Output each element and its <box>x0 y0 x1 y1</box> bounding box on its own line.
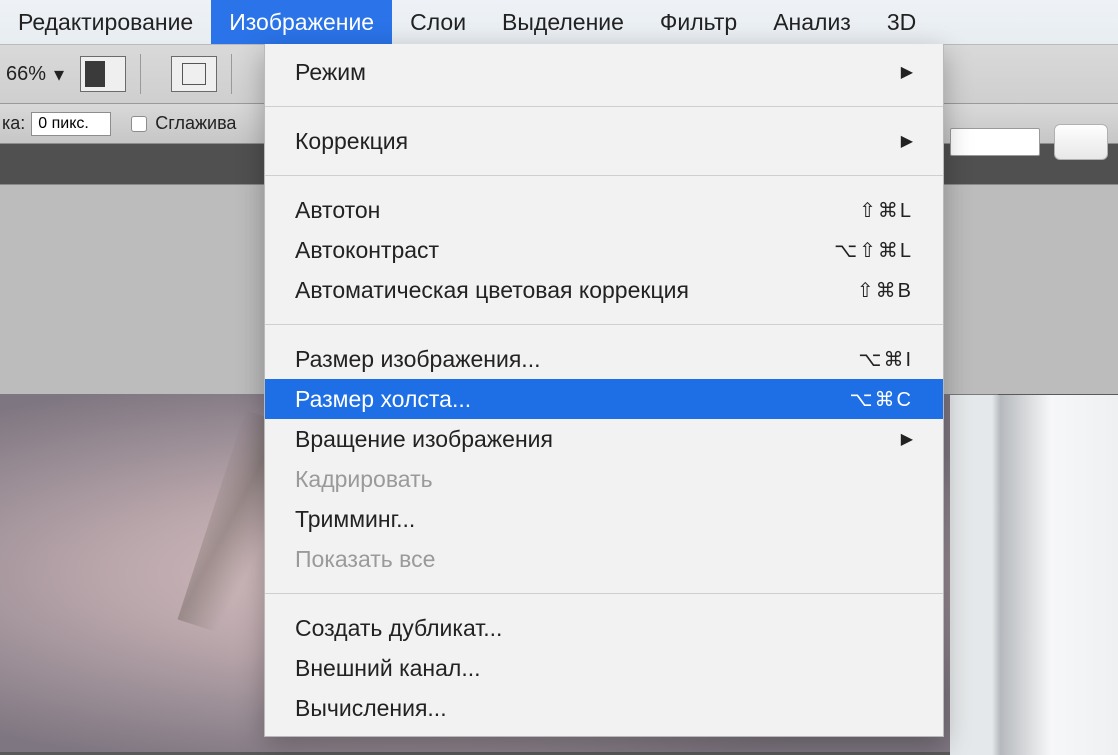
menu-image[interactable]: Изображение <box>211 0 392 44</box>
menu-item-label: Тримминг... <box>295 506 913 533</box>
submenu-arrow-icon: ▶ <box>901 131 913 151</box>
menu-item-label: Показать все <box>295 546 913 573</box>
options-button[interactable] <box>1054 124 1108 160</box>
menu-select-label: Выделение <box>502 9 624 36</box>
menu-item-label: Размер холста... <box>295 386 850 413</box>
chevron-down-icon: ▾ <box>54 62 64 87</box>
menu-analysis-label: Анализ <box>773 9 851 36</box>
color-swatch[interactable] <box>950 128 1040 156</box>
menu-item-auto-tone[interactable]: Автотон ⇧⌘L <box>265 190 943 230</box>
menu-item-canvas-size[interactable]: Размер холста... ⌥⌘C <box>265 379 943 419</box>
menu-item-auto-contrast[interactable]: Автоконтраст ⌥⇧⌘L <box>265 230 943 270</box>
toolbar-divider <box>140 54 141 94</box>
menu-image-label: Изображение <box>229 9 374 36</box>
menu-edit-label: Редактирование <box>18 9 193 36</box>
zoom-level-value: 66% <box>6 63 46 86</box>
menu-item-label: Автоконтраст <box>295 237 834 264</box>
menu-item-shortcut: ⌥⇧⌘L <box>834 238 913 263</box>
menu-item-label: Кадрировать <box>295 466 913 493</box>
menu-item-shortcut: ⌥⌘C <box>850 387 914 412</box>
menu-edit[interactable]: Редактирование <box>0 0 211 44</box>
menu-separator <box>265 593 943 594</box>
menu-item-auto-color[interactable]: Автоматическая цветовая коррекция ⇧⌘B <box>265 270 943 310</box>
image-menu-dropdown: Режим ▶ Коррекция ▶ Автотон ⇧⌘L Автоконт… <box>264 44 944 737</box>
menu-item-adjustments[interactable]: Коррекция ▶ <box>265 121 943 161</box>
menu-item-duplicate[interactable]: Создать дубликат... <box>265 608 943 648</box>
menu-item-label: Размер изображения... <box>295 346 858 373</box>
menu-item-shortcut: ⌥⌘I <box>858 347 913 372</box>
menu-item-apply-image[interactable]: Внешний канал... <box>265 648 943 688</box>
menu-item-shortcut: ⇧⌘L <box>859 198 913 223</box>
menu-item-label: Автотон <box>295 197 859 224</box>
screen-mode-icon[interactable] <box>80 56 126 92</box>
toolbar-divider <box>231 54 232 94</box>
menu-layers[interactable]: Слои <box>392 0 484 44</box>
menu-item-shortcut: ⇧⌘B <box>857 278 913 303</box>
menu-item-calculations[interactable]: Вычисления... <box>265 688 943 728</box>
menu-filter[interactable]: Фильтр <box>642 0 755 44</box>
antialias-label: Сглажива <box>155 113 236 134</box>
menu-item-label: Коррекция <box>295 128 901 155</box>
menu-item-image-size[interactable]: Размер изображения... ⌥⌘I <box>265 339 943 379</box>
menu-item-crop: Кадрировать <box>265 459 943 499</box>
menu-separator <box>265 106 943 107</box>
menu-item-label: Внешний канал... <box>295 655 913 682</box>
menu-item-label: Создать дубликат... <box>295 615 913 642</box>
menu-separator <box>265 324 943 325</box>
antialias-checkbox[interactable] <box>131 116 147 132</box>
menu-separator <box>265 175 943 176</box>
feather-label: ка: <box>2 113 25 134</box>
menu-3d[interactable]: 3D <box>869 0 934 44</box>
menu-item-reveal-all: Показать все <box>265 539 943 579</box>
arrange-docs-icon[interactable] <box>171 56 217 92</box>
menu-bar: Редактирование Изображение Слои Выделени… <box>0 0 1118 44</box>
submenu-arrow-icon: ▶ <box>901 62 913 82</box>
menu-3d-label: 3D <box>887 9 916 36</box>
menu-analysis[interactable]: Анализ <box>755 0 869 44</box>
menu-item-label: Автоматическая цветовая коррекция <box>295 277 857 304</box>
menu-layers-label: Слои <box>410 9 466 36</box>
menu-item-label: Режим <box>295 59 901 86</box>
menu-item-label: Вращение изображения <box>295 426 901 453</box>
feather-input[interactable] <box>31 112 111 136</box>
zoom-level[interactable]: 66% ▾ <box>6 62 64 87</box>
menu-item-label: Вычисления... <box>295 695 913 722</box>
canvas-preview-right <box>950 395 1118 755</box>
submenu-arrow-icon: ▶ <box>901 429 913 449</box>
menu-item-trim[interactable]: Тримминг... <box>265 499 943 539</box>
menu-item-mode[interactable]: Режим ▶ <box>265 52 943 92</box>
menu-item-image-rotation[interactable]: Вращение изображения ▶ <box>265 419 943 459</box>
menu-filter-label: Фильтр <box>660 9 737 36</box>
menu-select[interactable]: Выделение <box>484 0 642 44</box>
